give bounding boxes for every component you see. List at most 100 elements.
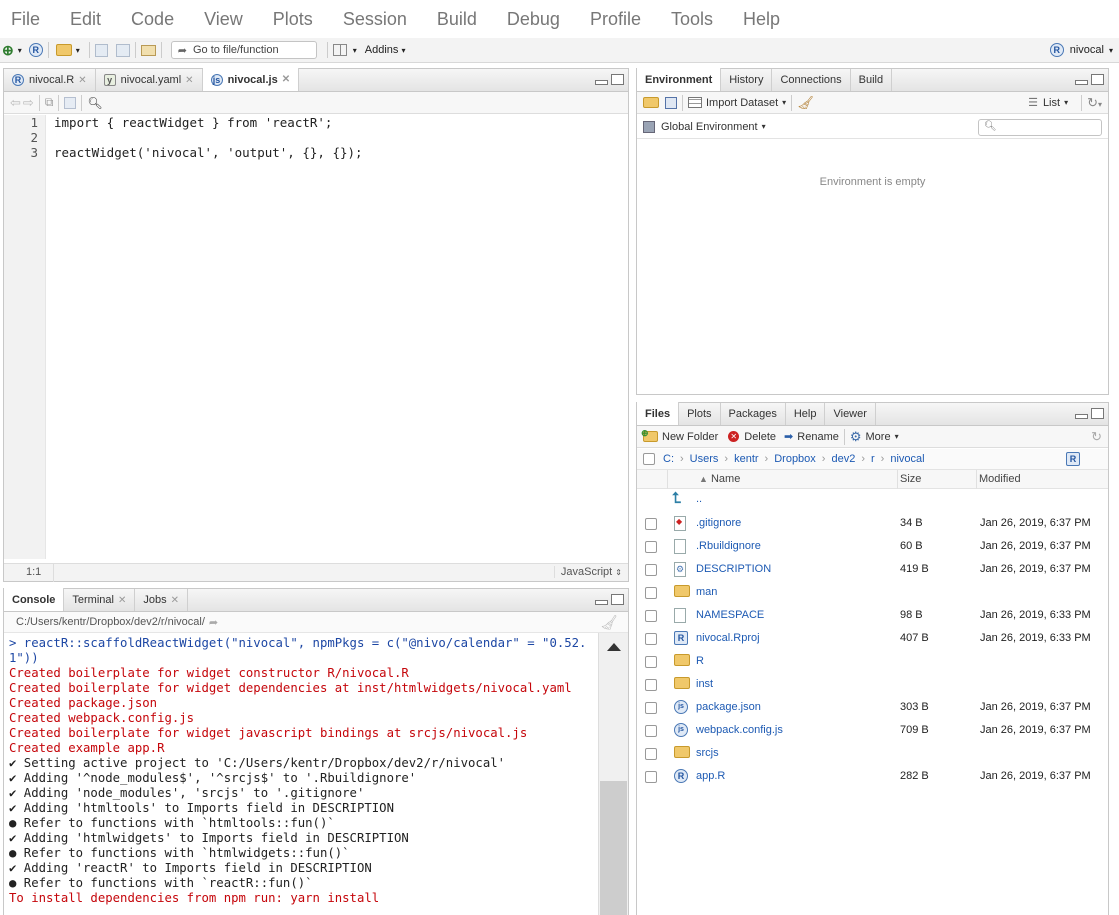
editor-tab-2[interactable]: js nivocal.js ✕ [202,68,300,91]
close-tab-icon[interactable]: ✕ [171,595,179,606]
file-row[interactable]: js webpack.config.js 709 B Jan 26, 2019, 6:… [637,719,1108,742]
goto-dir-icon[interactable]: ➦ [209,616,218,629]
env-scope-selector[interactable]: Global Environment ▾ [643,120,766,133]
grid-layout-icon[interactable] [332,44,347,56]
menu-build[interactable]: Build [426,9,488,30]
code-line[interactable]: import { reactWidget } from 'reactR'; [54,115,628,130]
open-file-icon[interactable] [55,44,72,56]
breadcrumb-item[interactable]: nivocal [890,453,924,465]
breadcrumb-item[interactable]: Users [690,453,719,465]
scroll-up-icon[interactable] [607,643,621,651]
console-tab-2[interactable]: Jobs ✕ [135,589,189,611]
parent-dir-row[interactable]: ⮤ .. [637,489,1108,512]
grid-dropdown-icon[interactable]: ▾ [353,46,357,55]
file-row[interactable]: .Rbuildignore 60 B Jan 26, 2019, 6:37 PM [637,535,1108,558]
menu-debug[interactable]: Debug [496,9,571,30]
file-name[interactable]: webpack.config.js [696,724,783,736]
dropdown-arrow-icon[interactable]: ▾ [18,46,22,55]
file-checkbox[interactable] [645,702,657,714]
select-all-checkbox[interactable] [643,453,655,465]
file-row[interactable]: js package.json 303 B Jan 26, 2019, 6:37 PM [637,696,1108,719]
files-tab-1[interactable]: Plots [679,403,721,425]
file-row[interactable]: man [637,581,1108,604]
file-name[interactable]: man [696,586,717,598]
broom-icon[interactable]: 🧹︎ [797,95,814,111]
save-all-icon[interactable] [115,43,130,57]
files-tab-4[interactable]: Viewer [825,403,876,425]
file-row[interactable]: ◆ .gitignore 34 B Jan 26, 2019, 6:37 PM [637,512,1108,535]
close-tab-icon[interactable]: ✕ [185,75,193,86]
env-tab-1[interactable]: History [721,69,773,91]
file-row[interactable]: Rnivocal.Rproj 407 B Jan 26, 2019, 6:33 PM [637,627,1108,650]
scroll-thumb[interactable] [600,781,627,915]
goto-file-input[interactable]: ➦ Go to file/function [170,41,317,59]
save-file-icon[interactable] [64,96,77,109]
menu-edit[interactable]: Edit [59,9,112,30]
file-name[interactable]: inst [696,678,713,690]
files-tab-0[interactable]: Files [637,402,680,425]
console-tab-0[interactable]: Console [4,588,65,611]
addins-button[interactable]: Addins ▾ [365,44,406,56]
menu-session[interactable]: Session [332,9,418,30]
save-icon[interactable] [94,43,108,57]
load-workspace-icon[interactable] [643,97,659,108]
file-checkbox[interactable] [645,771,657,783]
refresh-files-icon[interactable]: ↻ [1091,429,1102,445]
file-name[interactable]: NAMESPACE [696,609,764,621]
file-checkbox[interactable] [645,656,657,668]
close-tab-icon[interactable]: ✕ [118,595,126,606]
list-view-button[interactable]: ☰ List ▾ [1028,96,1068,110]
project-dir-icon[interactable]: R [1066,452,1080,466]
rename-button[interactable]: ➡ Rename [784,430,839,444]
menu-plots[interactable]: Plots [262,9,324,30]
file-row[interactable]: inst [637,673,1108,696]
file-type-selector[interactable]: JavaScript ⇕ [553,566,622,578]
sort-size-header[interactable]: Size [900,473,921,485]
console-pane-controls[interactable] [595,594,624,605]
breadcrumb-item[interactable]: kentr [734,453,758,465]
file-row[interactable]: Rapp.R 282 B Jan 26, 2019, 6:37 PM [637,765,1108,788]
menu-tools[interactable]: Tools [660,9,724,30]
env-pane-controls[interactable] [1075,74,1104,85]
breadcrumb-item[interactable]: Dropbox [774,453,816,465]
menu-help[interactable]: Help [732,9,791,30]
code-line[interactable] [54,130,628,145]
project-menu[interactable]: R nivocal ▾ [1049,43,1113,57]
code-line[interactable]: reactWidget('nivocal', 'output', {}, {})… [54,145,628,160]
back-arrow-icon[interactable]: ⇦ [10,95,21,111]
file-checkbox[interactable] [645,541,657,553]
file-checkbox[interactable] [645,748,657,760]
console-output[interactable]: > reactR::scaffoldReactWidget("nivocal",… [9,636,598,915]
print-icon[interactable] [140,44,156,56]
file-name[interactable]: srcjs [696,747,719,759]
new-folder-button[interactable]: ⊕ New Folder [641,428,718,443]
new-file-icon[interactable]: ⊕ [2,42,14,59]
menu-file[interactable]: File [0,9,51,30]
file-name[interactable]: .gitignore [696,517,741,529]
file-checkbox[interactable] [645,564,657,576]
files-pane-controls[interactable] [1075,408,1104,419]
file-name[interactable]: package.json [696,701,761,713]
close-tab-icon[interactable]: ✕ [282,74,290,85]
breadcrumb-item[interactable]: C: [663,453,674,465]
open-dropdown-icon[interactable]: ▾ [76,46,80,55]
menu-code[interactable]: Code [120,9,185,30]
files-tab-3[interactable]: Help [786,403,826,425]
code-lines[interactable]: import { reactWidget } from 'reactR'; rea… [54,115,628,160]
show-in-window-icon[interactable]: ⧉ [45,95,54,110]
env-search-input[interactable]: 🔍︎ [978,119,1102,136]
import-dataset-button[interactable]: Import Dataset ▾ [688,97,786,109]
file-checkbox[interactable] [645,633,657,645]
editor-tab-1[interactable]: y nivocal.yaml ✕ [96,69,203,91]
file-checkbox[interactable] [645,725,657,737]
save-workspace-icon[interactable] [665,96,677,109]
delete-button[interactable]: ✕ Delete [728,431,776,443]
breadcrumb-item[interactable]: r [871,453,875,465]
breadcrumb-item[interactable]: dev2 [831,453,855,465]
file-row[interactable]: ⚙ DESCRIPTION 419 B Jan 26, 2019, 6:37 PM [637,558,1108,581]
file-checkbox[interactable] [645,610,657,622]
console-tab-1[interactable]: Terminal ✕ [64,589,136,611]
refresh-icon[interactable]: ↻▾ [1087,95,1102,111]
env-tab-3[interactable]: Build [851,69,893,91]
code-editor[interactable]: 123 import { reactWidget } from 'reactR'… [4,115,628,559]
